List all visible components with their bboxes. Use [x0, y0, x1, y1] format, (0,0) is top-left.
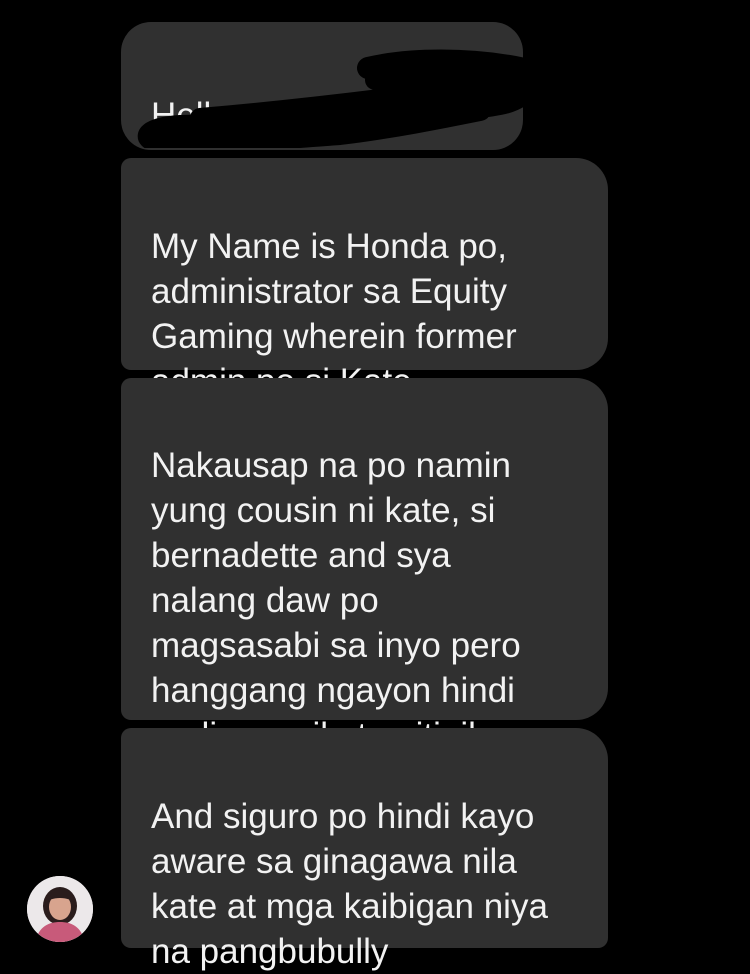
message-text: Hello po Ms. — [151, 96, 346, 135]
sender-avatar[interactable] — [27, 876, 93, 942]
avatar-icon — [27, 876, 93, 942]
message-bubble[interactable]: My Name is Honda po, administrator sa Eq… — [121, 158, 608, 401]
message-bubble[interactable]: Hello po Ms. — [121, 22, 523, 150]
message-bubble[interactable]: And siguro po hindi kayo aware sa ginaga… — [121, 728, 608, 971]
message-text: And siguro po hindi kayo aware sa ginaga… — [151, 797, 548, 971]
message-text: Nakausap na po namin yung cousin ni kate… — [151, 446, 521, 755]
message-bubble[interactable]: Nakausap na po namin yung cousin ni kate… — [121, 378, 608, 755]
message-text: My Name is Honda po, administrator sa Eq… — [151, 227, 517, 401]
message-thread: Hello po Ms. My Name is Honda po, admini… — [0, 0, 750, 971]
